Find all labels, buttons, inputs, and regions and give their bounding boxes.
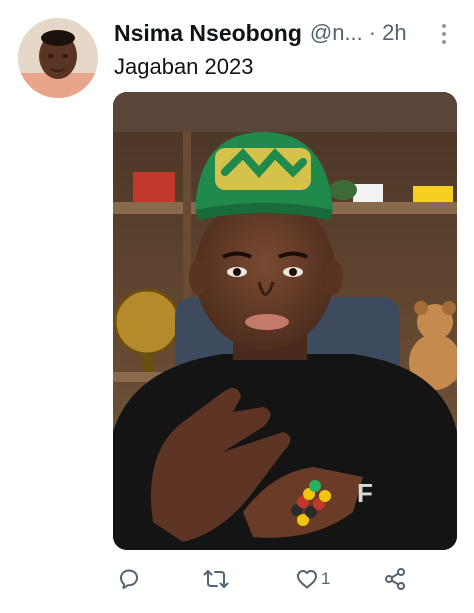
header-separator: · bbox=[368, 20, 377, 45]
video-still-image: F bbox=[113, 92, 457, 550]
retweet-button[interactable] bbox=[203, 562, 229, 596]
tweet-header: Nsima Nseobong @n... · 2h bbox=[114, 18, 464, 48]
like-icon bbox=[297, 570, 317, 589]
tweet-text: Jagaban 2023 bbox=[114, 54, 254, 79]
share-icon bbox=[385, 568, 405, 590]
tweet-action-bar: 1 bbox=[113, 562, 413, 596]
tweet-timestamp[interactable]: 2h bbox=[382, 20, 406, 46]
avatar-image bbox=[18, 18, 98, 98]
reply-button[interactable] bbox=[117, 562, 141, 596]
svg-text:F: F bbox=[357, 478, 373, 508]
avatar[interactable] bbox=[18, 18, 98, 98]
more-vertical-icon[interactable] bbox=[434, 20, 454, 48]
author-name[interactable]: Nsima Nseobong bbox=[114, 20, 302, 47]
like-count: 1 bbox=[321, 569, 331, 588]
tweet-media[interactable]: F bbox=[113, 92, 457, 550]
retweet-icon bbox=[203, 570, 229, 588]
share-button[interactable] bbox=[383, 562, 407, 596]
reply-icon bbox=[120, 569, 138, 589]
author-handle[interactable]: @n... bbox=[310, 20, 363, 46]
like-button[interactable]: 1 bbox=[295, 562, 330, 596]
